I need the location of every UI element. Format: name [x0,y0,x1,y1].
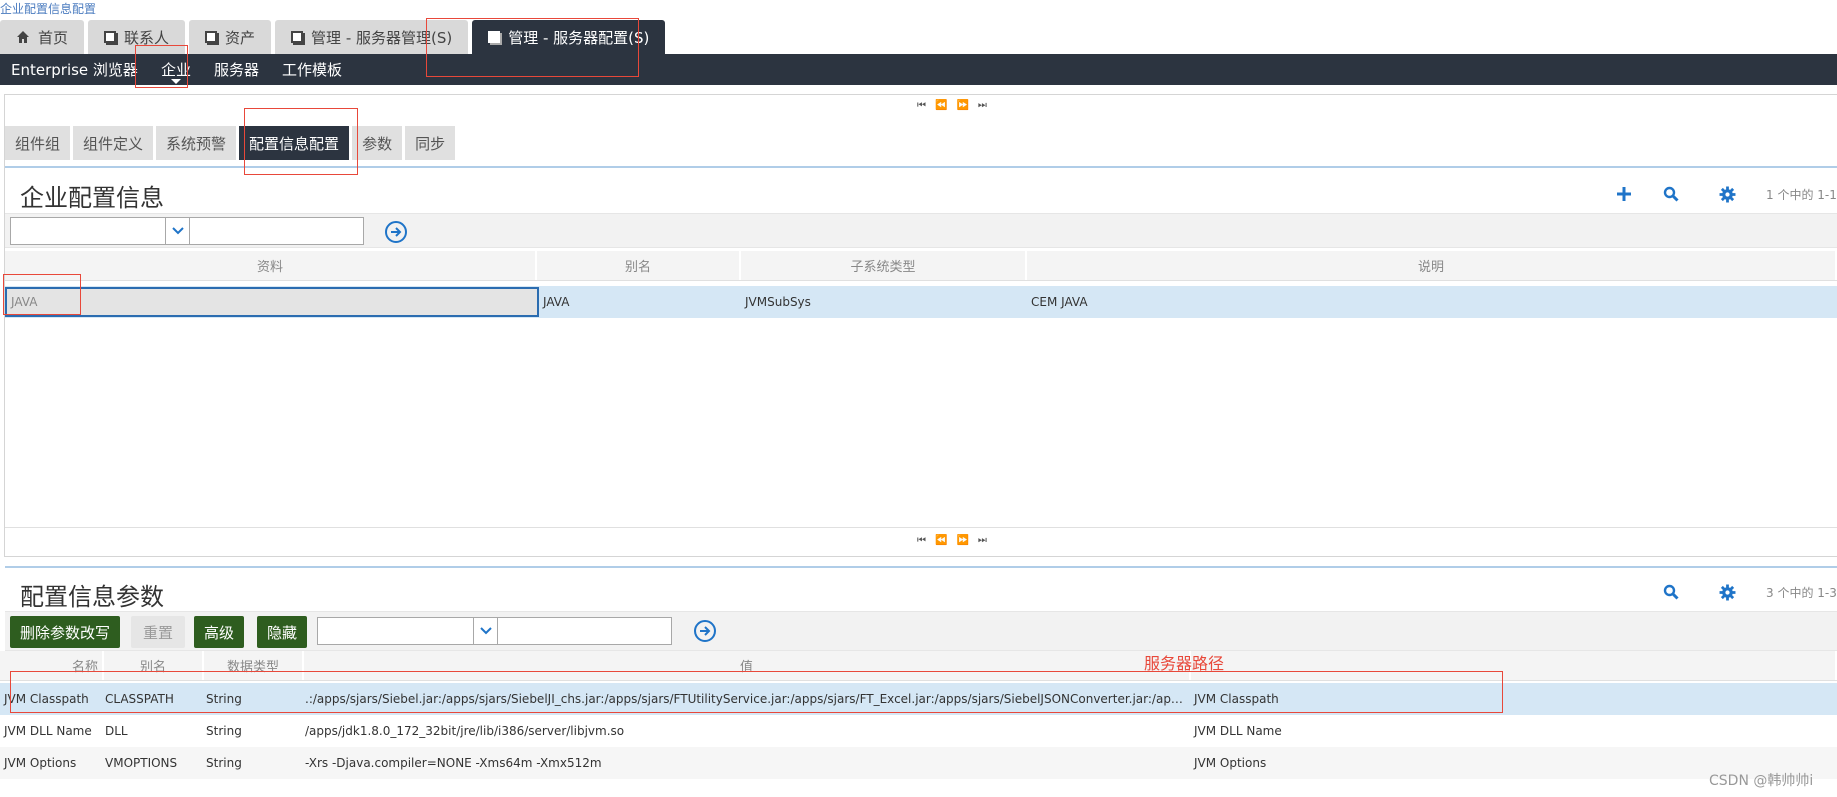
table-row[interactable]: JVM Options VMOPTIONS String -Xrs -Djava… [0,747,1837,779]
go-arrow-icon[interactable] [694,620,716,642]
top-record-pager[interactable]: ⏮⏪⏩⏭ [917,100,996,111]
annotation-box-classpath-row [10,671,1503,713]
delete-override-button[interactable]: 删除参数改写 [10,616,121,648]
view-tab-label: 资产 [225,28,256,47]
bottom-record-pager[interactable]: ⏮⏪⏩⏭ [917,535,996,546]
table-row[interactable]: JAVA JAVA JVMSubSys CEM JAVA [5,286,1837,318]
parameter-toolbar: 删除参数改写 重置 高级 隐藏 [5,611,1837,651]
cell-name[interactable]: JVM DLL Name [0,724,101,738]
screen-nav-bar: Enterprise 浏览器 企业 服务器 工作模板 [0,54,1837,85]
cell-description[interactable]: JVM Options [1190,756,1830,770]
record-count: 1 个中的 1-1 [1766,188,1837,202]
gear-icon[interactable] [1716,183,1738,205]
view-tab-home[interactable]: 首页 [0,20,85,54]
view-tab-assets[interactable]: 资产 [189,20,272,54]
annotation-box-profile-subtab [244,108,358,175]
query-value-input[interactable] [497,617,672,645]
view-icon [205,31,218,43]
search-icon[interactable] [1660,581,1682,603]
gear-icon[interactable] [1716,581,1738,603]
cell-data-type[interactable]: String [202,756,301,770]
cell-alias[interactable]: JAVA [539,295,741,309]
column-header-subsystem-type[interactable]: 子系统类型 [741,251,1027,280]
nav-enterprise-explorer[interactable]: Enterprise 浏览器 [11,59,138,80]
hide-button[interactable]: 隐藏 [257,616,308,648]
subtab-component-groups[interactable]: 组件组 [5,126,71,160]
cell-data-type[interactable]: String [202,724,301,738]
chevron-down-icon[interactable] [165,218,189,244]
query-field-select[interactable] [317,617,498,645]
cell-alias[interactable]: DLL [101,724,202,738]
cell-description[interactable]: CEM JAVA [1027,295,1827,309]
query-field-select[interactable] [10,217,190,245]
subtab-system-alerts[interactable]: 系统预警 [156,126,237,160]
cell-value[interactable]: -Xrs -Djava.compiler=NONE -Xms64m -Xmx51… [301,756,1190,770]
view-icon [104,31,117,43]
advanced-button[interactable]: 高级 [194,616,245,648]
subtab-component-definitions[interactable]: 组件定义 [73,126,154,160]
record-count: 3 个中的 1-3 [1766,586,1837,600]
home-icon [17,31,29,43]
watermark: CSDN @韩帅帅i [1709,773,1814,789]
view-tab-label: 首页 [38,28,69,47]
column-header-profile[interactable]: 资料 [5,251,537,280]
applet-title: 配置信息参数 [20,583,164,611]
annotation-box-java-row [3,274,81,315]
cell-description[interactable]: JVM DLL Name [1190,724,1830,738]
annotation-box-server-config-tab [426,18,639,77]
applet-title: 企业配置信息 [20,184,164,212]
annotation-box-enterprise-nav [135,45,188,88]
view-icon [291,31,304,43]
nav-job-templates[interactable]: 工作模板 [282,59,342,80]
subtab-parameters[interactable]: 参数 [352,126,403,160]
column-header-description[interactable]: 说明 [1027,251,1837,280]
query-value-input[interactable] [189,217,364,245]
profile-list-header: 资料 别名 子系统类型 说明 [5,251,1837,281]
go-arrow-icon[interactable] [385,221,407,243]
cell-profile[interactable]: JAVA [5,287,539,317]
subtab-synchronize[interactable]: 同步 [405,126,456,160]
table-row[interactable]: JVM DLL Name DLL String /apps/jdk1.8.0_1… [0,715,1837,747]
query-bar [5,213,1837,248]
cell-name[interactable]: JVM Options [0,756,101,770]
column-header-alias[interactable]: 别名 [537,251,741,280]
nav-servers[interactable]: 服务器 [214,59,259,80]
add-icon[interactable] [1613,183,1635,205]
cell-subsystem-type[interactable]: JVMSubSys [741,295,1027,309]
sub-view-tabs: 组件组 组件定义 系统预警 配置信息配置 参数 同步 [5,126,456,160]
breadcrumb[interactable]: 企业配置信息配置 [0,0,96,17]
chevron-down-icon[interactable] [473,618,497,644]
divider [5,527,1837,528]
cell-alias[interactable]: VMOPTIONS [101,756,202,770]
search-icon[interactable] [1660,183,1682,205]
cell-value[interactable]: /apps/jdk1.8.0_172_32bit/jre/lib/i386/se… [301,724,1190,738]
reset-button[interactable]: 重置 [131,616,186,648]
